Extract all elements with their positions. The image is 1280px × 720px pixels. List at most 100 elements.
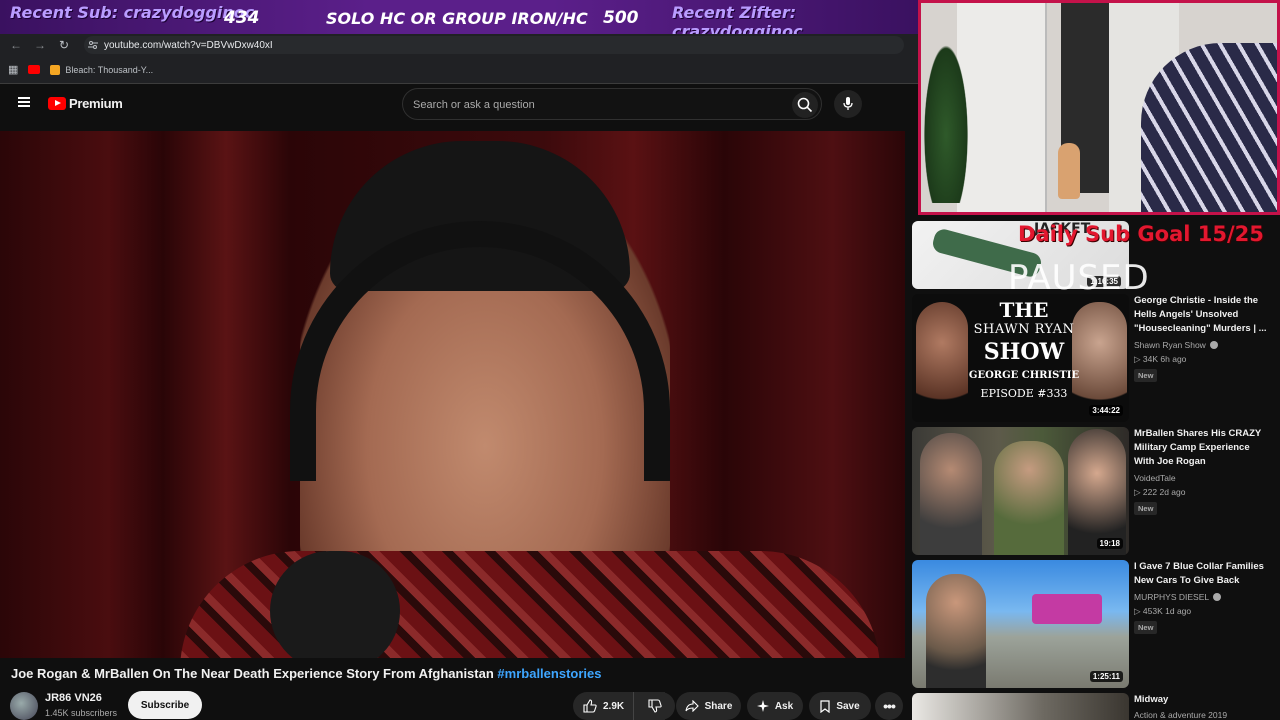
forward-arrow-icon[interactable]: → xyxy=(28,38,52,52)
play-triangle-icon: ▷ xyxy=(1134,606,1141,616)
video-duration: 1:25:11 xyxy=(1089,671,1123,682)
video-frame-microphone xyxy=(270,551,400,658)
channel-name[interactable]: MURPHYS DIESEL xyxy=(1134,592,1222,602)
play-triangle-icon: ▷ xyxy=(1134,354,1141,364)
recommendation-item[interactable]: 1:25:11 I Gave 7 Blue Collar Families Ne… xyxy=(912,560,1280,688)
ask-label: Ask xyxy=(774,700,794,712)
apps-grid-icon[interactable]: ▦ xyxy=(8,63,18,76)
meta-text: 34K 6h ago xyxy=(1142,354,1187,364)
subscriber-count: 1.45K subscribers xyxy=(45,708,118,718)
thumbnail-person xyxy=(926,574,986,688)
video-meta: ▷ 34K 6h ago xyxy=(1134,354,1186,365)
video-title[interactable]: Midway xyxy=(1134,693,1270,707)
browser-toolbar: ← → ↻ youtube.com/watch?v=DBVwDxw40xI xyxy=(0,34,920,56)
video-title[interactable]: I Gave 7 Blue Collar Families New Cars T… xyxy=(1134,560,1270,588)
bookmarks-bar: ▦ Bleach: Thousand-Y... xyxy=(0,56,920,84)
channel-name-text: MURPHYS DIESEL xyxy=(1134,592,1209,602)
channel-avatar[interactable] xyxy=(10,692,38,720)
recent-sub-text: Recent Sub: crazydogginoc xyxy=(10,3,255,22)
voice-search-button[interactable] xyxy=(834,90,862,118)
back-arrow-icon[interactable]: ← xyxy=(4,38,28,52)
video-duration: 3:44:22 xyxy=(1089,405,1123,416)
youtube-play-icon xyxy=(48,97,66,110)
video-thumbnail[interactable]: 1:25:11 xyxy=(912,560,1129,688)
goal-text: SOLO HC OR GROUP IRON/HC xyxy=(326,9,588,28)
site-settings-icon[interactable] xyxy=(88,40,98,50)
stream-overlay-banner: Recent Sub: crazydogginoc 434 SOLO HC OR… xyxy=(0,0,920,41)
thumb-line: SHOW xyxy=(983,339,1065,365)
thumb-line: GEORGE CHRISTIE xyxy=(968,370,1080,381)
recommendations-sidebar: JACKET 1:16:35 THE SHAWN RYAN SHOW GEORG… xyxy=(912,131,1280,720)
thumb-line: SHAWN RYAN xyxy=(973,322,1075,337)
more-horizontal-icon: ••• xyxy=(883,698,896,714)
thumbnail-person-left xyxy=(920,433,982,555)
verified-check-icon xyxy=(1210,341,1219,349)
video-title-text: Joe Rogan & MrBallen On The Near Death E… xyxy=(11,666,494,681)
thumbnail-face-left xyxy=(916,302,968,418)
video-meta: ▷ 453K 1d ago xyxy=(1134,606,1191,617)
verified-check-icon xyxy=(1213,593,1222,601)
screen: Recent Sub: crazydogginoc 434 SOLO HC OR… xyxy=(0,0,1280,720)
recommendation-item[interactable]: 19:18 MrBallen Shares His CRAZY Military… xyxy=(912,427,1280,555)
recommendation-item[interactable]: THE SHAWN RYAN SHOW GEORGE CHRISTIE EPIS… xyxy=(912,294,1280,422)
video-title[interactable]: MrBallen Shares His CRAZY Military Camp … xyxy=(1134,427,1270,469)
share-label: Share xyxy=(704,700,733,712)
bookmark-icon xyxy=(820,699,830,713)
channel-name[interactable]: Action & adventure 2019 xyxy=(1134,710,1227,720)
video-thumbnail[interactable]: THE SHAWN RYAN SHOW GEORGE CHRISTIE EPIS… xyxy=(912,294,1129,422)
thumbs-up-icon xyxy=(583,699,597,713)
youtube-logo[interactable]: Premium xyxy=(48,96,123,111)
sparkle-icon xyxy=(756,700,769,712)
channel-name-text: Shawn Ryan Show xyxy=(1134,340,1206,350)
channel-name[interactable]: Shawn Ryan Show xyxy=(1134,340,1219,350)
video-title: Joe Rogan & MrBallen On The Near Death E… xyxy=(11,666,601,681)
thumb-line: EPISODE #333 xyxy=(980,387,1068,400)
reload-icon[interactable]: ↻ xyxy=(52,38,76,52)
youtube-header: Premium xyxy=(0,84,920,124)
thumbnail-person-right xyxy=(1068,429,1126,555)
save-label: Save xyxy=(836,700,860,712)
video-thumbnail[interactable] xyxy=(912,693,1129,720)
more-actions-button[interactable]: ••• xyxy=(875,692,903,720)
bookmark-bleach[interactable]: Bleach: Thousand-Y... xyxy=(50,64,154,75)
share-button[interactable]: Share xyxy=(676,692,741,720)
thumbs-down-icon xyxy=(647,699,662,713)
recommendation-item[interactable]: Midway Action & adventure 2019 xyxy=(912,693,1280,720)
thumbnail-person-mid xyxy=(994,441,1064,555)
search-input[interactable] xyxy=(413,96,783,114)
video-hashtag-link[interactable]: #mrballenstories xyxy=(497,666,601,681)
goal-current-count: 434 xyxy=(224,8,260,28)
save-button[interactable]: Save xyxy=(809,692,871,720)
thumbnail-vehicles xyxy=(1032,594,1102,624)
paused-indicator: PAUSED xyxy=(1008,258,1150,298)
video-title[interactable]: George Christie - Inside the Hells Angel… xyxy=(1134,294,1270,336)
video-thumbnail[interactable]: 19:18 xyxy=(912,427,1129,555)
webcam-cat xyxy=(1058,143,1080,199)
video-duration: 19:18 xyxy=(1096,538,1123,549)
webcam-overlay xyxy=(918,0,1280,215)
dislike-button[interactable] xyxy=(633,692,675,720)
subscribe-button[interactable]: Subscribe xyxy=(128,691,202,719)
bookmark-label: Bleach: Thousand-Y... xyxy=(65,64,154,75)
video-player[interactable] xyxy=(0,131,905,658)
play-triangle-icon: ▷ xyxy=(1134,487,1141,497)
like-count: 2.9K xyxy=(603,700,625,712)
channel-name[interactable]: VoidedTale xyxy=(1134,473,1176,483)
share-icon xyxy=(685,700,699,712)
channel-name[interactable]: JR86 VN26 xyxy=(45,692,102,704)
youtube-bookmark-icon[interactable] xyxy=(28,65,41,74)
address-bar[interactable]: youtube.com/watch?v=DBVwDxw40xI xyxy=(84,36,904,54)
youtube-logo-text: Premium xyxy=(69,96,123,111)
bookmark-favicon-icon xyxy=(50,64,61,75)
webcam-christmas-tree xyxy=(921,33,971,203)
url-text: youtube.com/watch?v=DBVwDxw40xI xyxy=(104,39,273,51)
new-badge: New xyxy=(1134,621,1158,634)
ask-button[interactable]: Ask xyxy=(747,692,803,720)
channel-row: JR86 VN26 1.45K subscribers Subscribe 2.… xyxy=(10,690,905,720)
hamburger-menu-icon[interactable] xyxy=(18,97,30,107)
search-button[interactable] xyxy=(792,92,818,118)
thumb-line: THE xyxy=(999,298,1049,322)
goal-target-count: 500 xyxy=(603,8,639,28)
webcam-streamer xyxy=(1141,43,1277,212)
search-box[interactable] xyxy=(402,88,822,120)
